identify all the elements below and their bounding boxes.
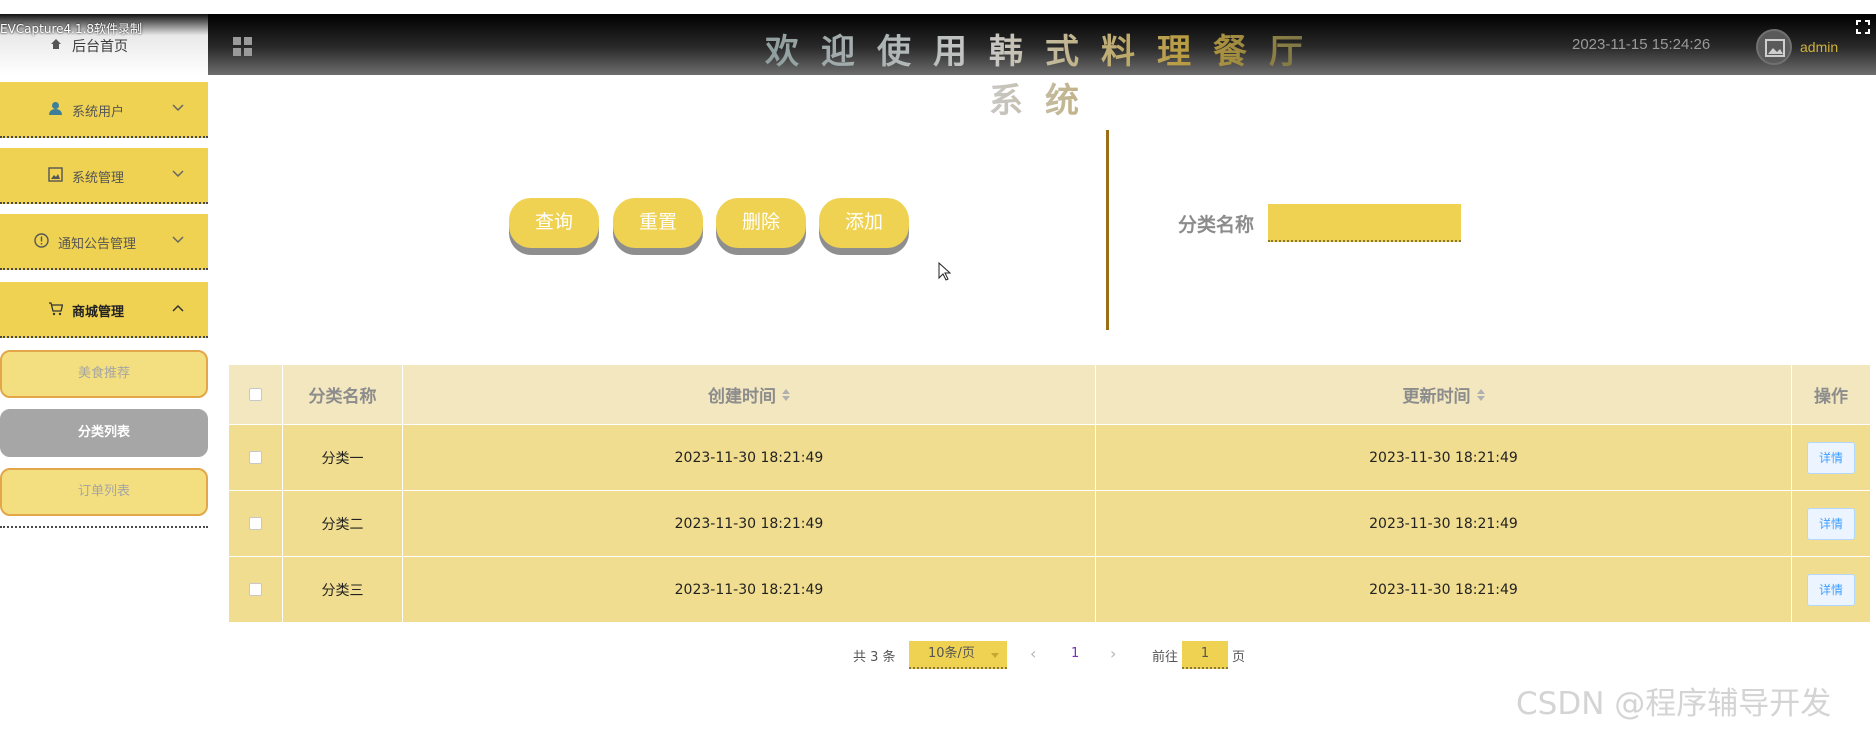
row-checkbox[interactable] <box>249 451 262 464</box>
detail-button[interactable]: 详情 <box>1807 441 1855 474</box>
cell-name: 分类三 <box>283 557 403 622</box>
row-checkbox[interactable] <box>249 517 262 530</box>
cell-created: 2023-11-30 18:21:49 <box>403 491 1096 556</box>
detail-button[interactable]: 详情 <box>1807 507 1855 540</box>
cart-icon <box>49 302 63 316</box>
pagination-total: 共 3 条 <box>853 650 896 665</box>
chevron-down-icon <box>172 104 184 112</box>
column-header-updated[interactable]: 更新时间 <box>1096 365 1792 424</box>
fullscreen-icon[interactable] <box>1856 20 1870 34</box>
column-header-created[interactable]: 创建时间 <box>403 365 1096 424</box>
page-size-value: 10条/页 <box>928 646 975 661</box>
chevron-down-icon <box>172 236 184 244</box>
chevron-down-icon <box>991 653 999 658</box>
recorder-caption: EVCapture4.1.8软件录制 <box>0 22 143 36</box>
sidebar-item-shop-management[interactable]: 商城管理 <box>0 282 208 338</box>
row-checkbox-cell <box>229 425 283 490</box>
sidebar-item-notice-management[interactable]: 通知公告管理 <box>0 214 208 270</box>
category-name-label: 分类名称 <box>1178 214 1255 236</box>
sidebar-item-label: 通知公告管理 <box>58 237 137 252</box>
column-header-label: 创建时间 <box>708 387 776 407</box>
header-username[interactable]: admin <box>1800 39 1838 55</box>
chevron-down-icon <box>172 170 184 178</box>
select-all-checkbox[interactable] <box>249 388 262 401</box>
sidebar-divider <box>0 526 208 528</box>
table-row: 分类三 2023-11-30 18:21:49 2023-11-30 18:21… <box>229 556 1870 622</box>
home-icon <box>51 39 61 49</box>
cell-created: 2023-11-30 18:21:49 <box>403 425 1096 490</box>
action-cell: 详情 <box>1792 425 1870 490</box>
cell-updated: 2023-11-30 18:21:49 <box>1096 491 1792 556</box>
table-header: 分类名称 创建时间 更新时间 操作 <box>229 365 1870 424</box>
page-title: 欢迎使用韩式料理餐厅系统 <box>750 24 1340 122</box>
cell-updated: 2023-11-30 18:21:49 <box>1096 425 1792 490</box>
app-page: EVCapture4.1.8软件录制 欢迎使用韩式料理餐厅系统 2023-11-… <box>0 0 1876 734</box>
info-icon <box>34 233 49 248</box>
cell-name: 分类一 <box>283 425 403 490</box>
sidebar-item-label: 商城管理 <box>72 305 125 320</box>
add-button[interactable]: 添加 <box>819 198 909 248</box>
top-header: 欢迎使用韩式料理餐厅系统 2023-11-15 15:24:26 admin <box>0 14 1876 121</box>
sidebar-item-label: 系统用户 <box>72 105 125 120</box>
goto-unit-label: 页 <box>1232 650 1246 665</box>
table-row: 分类二 2023-11-30 18:21:49 2023-11-30 18:21… <box>229 490 1870 556</box>
category-name-input[interactable] <box>1268 204 1461 242</box>
page-number-current[interactable]: 1 <box>1071 646 1079 661</box>
page-size-select[interactable]: 10条/页 <box>909 641 1007 669</box>
watermark: CSDN @程序辅导开发 <box>1516 686 1832 722</box>
column-header-action: 操作 <box>1792 365 1870 424</box>
goto-page-input[interactable]: 1 <box>1182 641 1228 669</box>
next-page-button[interactable]: › <box>1110 644 1116 663</box>
cell-name: 分类二 <box>283 491 403 556</box>
sidebar-subitem-food-recommend[interactable]: 美食推荐 <box>0 350 208 398</box>
recorder-strip <box>0 0 1876 14</box>
action-cell: 详情 <box>1792 557 1870 622</box>
delete-button[interactable]: 删除 <box>716 198 806 248</box>
user-icon <box>49 102 62 115</box>
sidebar-item-label: 后台首页 <box>72 39 128 55</box>
reset-button[interactable]: 重置 <box>613 198 703 248</box>
sort-icon[interactable] <box>782 388 790 401</box>
search-divider <box>1106 130 1109 330</box>
column-header-label: 分类名称 <box>308 387 377 407</box>
image-icon <box>48 167 63 182</box>
goto-label: 前往 <box>1152 650 1179 665</box>
sidebar: 后台首页 系统用户 系统管理 通知公告管理 商城管理 美食推荐 分类列表 订单列… <box>0 14 208 734</box>
column-header-label: 操作 <box>1814 387 1848 407</box>
mouse-cursor-icon <box>938 262 952 281</box>
sidebar-subitem-order-list[interactable]: 订单列表 <box>0 468 208 516</box>
cell-created: 2023-11-30 18:21:49 <box>403 557 1096 622</box>
column-header-name: 分类名称 <box>283 365 403 424</box>
action-cell: 详情 <box>1792 491 1870 556</box>
sort-icon[interactable] <box>1476 388 1485 401</box>
detail-button[interactable]: 详情 <box>1807 573 1855 606</box>
avatar[interactable] <box>1756 29 1792 65</box>
row-checkbox-cell <box>229 491 283 556</box>
sidebar-item-label: 系统管理 <box>72 171 125 186</box>
header-datetime: 2023-11-15 15:24:26 <box>1572 36 1711 53</box>
grid-menu-icon[interactable] <box>232 36 254 58</box>
sidebar-item-system-users[interactable]: 系统用户 <box>0 82 208 138</box>
table-row: 分类一 2023-11-30 18:21:49 2023-11-30 18:21… <box>229 424 1870 490</box>
chevron-up-icon <box>172 304 184 312</box>
row-checkbox[interactable] <box>249 583 262 596</box>
prev-page-button[interactable]: ‹ <box>1030 644 1036 663</box>
cell-updated: 2023-11-30 18:21:49 <box>1096 557 1792 622</box>
row-checkbox-cell <box>229 557 283 622</box>
header-checkbox-cell <box>229 365 283 424</box>
sidebar-item-system-management[interactable]: 系统管理 <box>0 148 208 204</box>
query-button[interactable]: 查询 <box>509 198 599 248</box>
sidebar-subitem-category-list[interactable]: 分类列表 <box>0 409 208 457</box>
column-header-label: 更新时间 <box>1402 387 1471 407</box>
avatar-picture-icon <box>1765 39 1785 57</box>
